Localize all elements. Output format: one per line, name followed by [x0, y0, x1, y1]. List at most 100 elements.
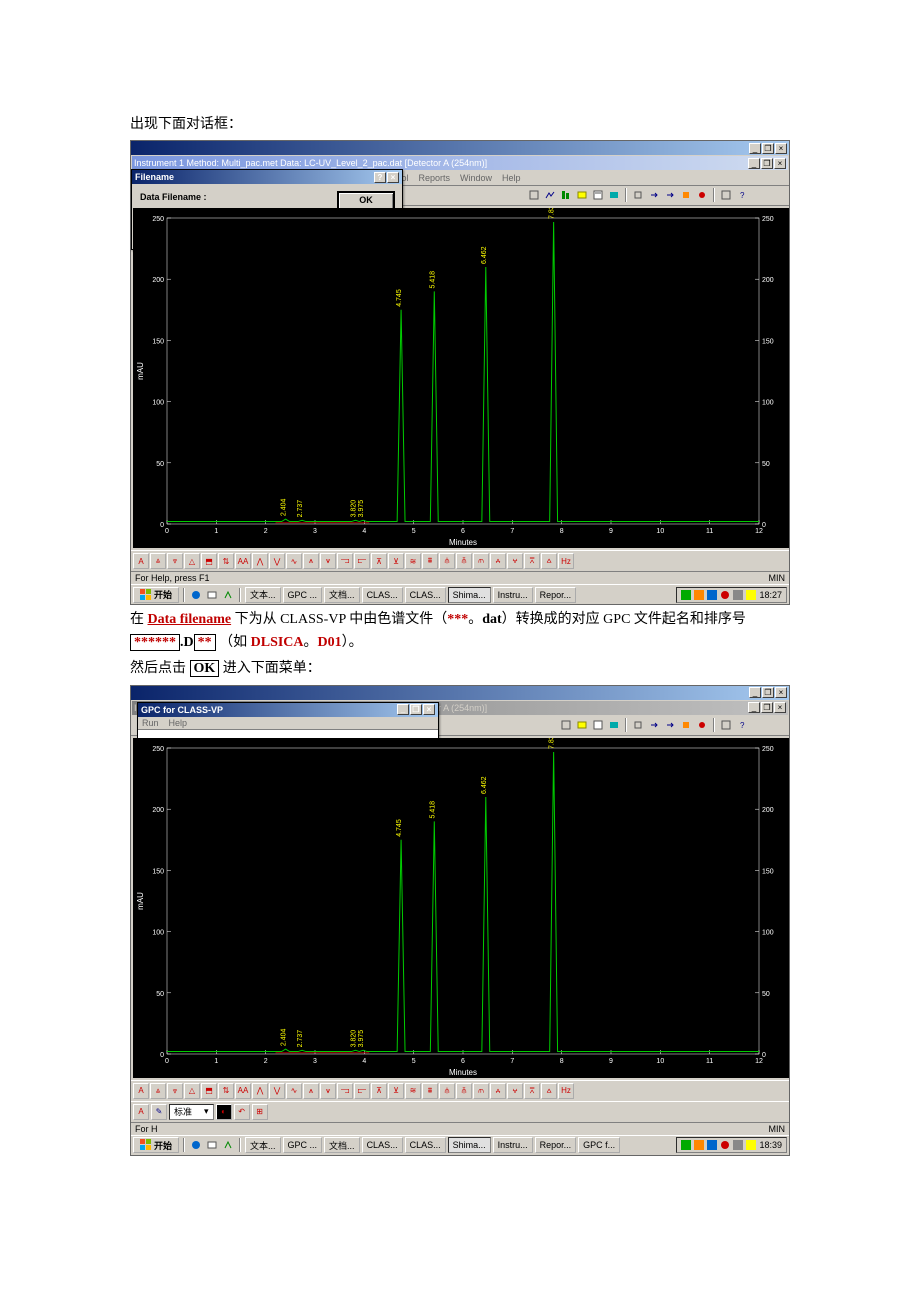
tool-icon[interactable]: ⋁: [269, 1083, 285, 1099]
inner-minimize-button[interactable]: _: [748, 702, 760, 713]
tool-icon[interactable]: ⊻: [388, 553, 404, 569]
taskbar-item[interactable]: 文档...: [324, 1137, 360, 1153]
taskbar-item[interactable]: CLAS...: [405, 587, 446, 603]
tool-icon[interactable]: [543, 188, 557, 202]
tool-icon[interactable]: ⋀: [252, 553, 268, 569]
tool-icon[interactable]: ⩝: [507, 1083, 523, 1099]
tray-icon[interactable]: [694, 590, 704, 600]
tool-icon[interactable]: ⬒: [201, 553, 217, 569]
tool-icon[interactable]: ✎: [151, 1104, 167, 1120]
arrow-right-icon[interactable]: [663, 718, 677, 732]
tool-icon[interactable]: △: [184, 553, 200, 569]
tool-icon[interactable]: ⫍: [354, 553, 370, 569]
minimize-button[interactable]: _: [749, 143, 761, 154]
tool-icon[interactable]: ⩜: [490, 553, 506, 569]
taskbar-item[interactable]: CLAS...: [405, 1137, 446, 1153]
quick-launch-icon[interactable]: [221, 1138, 235, 1152]
tool-icon[interactable]: [631, 188, 645, 202]
tool-icon[interactable]: ⫚: [456, 1083, 472, 1099]
tray-icon[interactable]: [694, 1140, 704, 1150]
tool-icon[interactable]: [559, 188, 573, 202]
start-button[interactable]: 开始: [133, 587, 179, 603]
tool-icon[interactable]: ∿: [286, 553, 302, 569]
close-button[interactable]: ×: [775, 143, 787, 154]
tool-icon[interactable]: [607, 718, 621, 732]
tool-icon[interactable]: ⫍: [354, 1083, 370, 1099]
menu-window[interactable]: Window: [460, 173, 492, 183]
tool-icon[interactable]: ⇅: [218, 553, 234, 569]
tray-icon[interactable]: [746, 590, 756, 600]
tool-icon[interactable]: AA: [235, 1083, 251, 1099]
quick-launch-icon[interactable]: [221, 588, 235, 602]
tool-icon[interactable]: [575, 188, 589, 202]
tool-icon[interactable]: ⩞: [524, 1083, 540, 1099]
tool-icon[interactable]: AA: [235, 553, 251, 569]
tray-icon[interactable]: [707, 1140, 717, 1150]
tool-icon[interactable]: [607, 188, 621, 202]
tool-icon[interactable]: ⩚: [303, 553, 319, 569]
tool-icon[interactable]: Hz: [558, 1083, 574, 1099]
tool-icon[interactable]: ⫙: [473, 1083, 489, 1099]
tool-icon[interactable]: ∿: [286, 1083, 302, 1099]
taskbar-item[interactable]: GPC ...: [283, 587, 323, 603]
menu-help[interactable]: Help: [169, 718, 188, 728]
tray-icon[interactable]: [720, 590, 730, 600]
maximize-button[interactable]: ❐: [762, 143, 774, 154]
dropdown[interactable]: 标准▾: [169, 1104, 214, 1120]
tool-icon[interactable]: ⋀: [252, 1083, 268, 1099]
menu-run[interactable]: Run: [142, 718, 159, 728]
taskbar-item[interactable]: GPC ...: [283, 1137, 323, 1153]
tool-icon[interactable]: ⩞: [524, 553, 540, 569]
tool-icon[interactable]: ⩩: [422, 1083, 438, 1099]
tool-icon[interactable]: ⫛: [439, 1083, 455, 1099]
tool-icon[interactable]: ⩛: [320, 1083, 336, 1099]
tray-icon[interactable]: [707, 590, 717, 600]
tool-icon[interactable]: A: [133, 1083, 149, 1099]
tool-icon[interactable]: ⩓: [150, 553, 166, 569]
tool-icon[interactable]: △: [184, 1083, 200, 1099]
taskbar-item[interactable]: 文本...: [245, 587, 281, 603]
tool-icon[interactable]: [695, 188, 709, 202]
taskbar-item[interactable]: Instru...: [493, 587, 533, 603]
start-button[interactable]: 开始: [133, 1137, 179, 1153]
arrow-right-icon[interactable]: [647, 188, 661, 202]
tool-icon[interactable]: [527, 188, 541, 202]
dialog-close-button[interactable]: ×: [387, 172, 399, 183]
tool-icon[interactable]: [695, 718, 709, 732]
tray-icon[interactable]: [681, 590, 691, 600]
tool-icon[interactable]: [719, 718, 733, 732]
tool-icon[interactable]: [679, 188, 693, 202]
taskbar-item[interactable]: CLAS...: [362, 587, 403, 603]
tool-icon[interactable]: ⩩: [422, 553, 438, 569]
inner-close-button[interactable]: ×: [774, 158, 786, 169]
tool-icon[interactable]: ⩓: [150, 1083, 166, 1099]
tool-icon[interactable]: [559, 718, 573, 732]
tool-icon[interactable]: [591, 188, 605, 202]
inner-maximize-button[interactable]: ❐: [761, 158, 773, 169]
tool-icon[interactable]: ⩜: [490, 1083, 506, 1099]
quick-launch-icon[interactable]: [205, 1138, 219, 1152]
dialog-maximize-button[interactable]: ❐: [410, 704, 422, 715]
tool-icon[interactable]: ⫎: [337, 1083, 353, 1099]
tool-icon[interactable]: [631, 718, 645, 732]
dialog-minimize-button[interactable]: _: [397, 704, 409, 715]
taskbar-item[interactable]: Instru...: [493, 1137, 533, 1153]
tray-icon[interactable]: [720, 1140, 730, 1150]
tool-icon[interactable]: ⩚: [303, 1083, 319, 1099]
tool-icon[interactable]: ⊼: [371, 553, 387, 569]
taskbar-item[interactable]: GPC f...: [578, 1137, 620, 1153]
taskbar-item[interactable]: Repor...: [535, 1137, 577, 1153]
inner-minimize-button[interactable]: _: [748, 158, 760, 169]
tool-icon[interactable]: ⫎: [337, 553, 353, 569]
tool-icon[interactable]: ⇅: [218, 1083, 234, 1099]
minimize-button[interactable]: _: [749, 687, 761, 698]
tool-icon[interactable]: ⩔: [167, 1083, 183, 1099]
tool-icon[interactable]: ⩝: [507, 553, 523, 569]
tool-icon[interactable]: [679, 718, 693, 732]
tool-icon[interactable]: A: [133, 553, 149, 569]
taskbar-item[interactable]: Shima...: [448, 1137, 491, 1153]
tray-icon[interactable]: [733, 590, 743, 600]
tool-icon[interactable]: ⫚: [456, 553, 472, 569]
tool-icon[interactable]: Hz: [558, 553, 574, 569]
menu-help[interactable]: Help: [502, 173, 521, 183]
